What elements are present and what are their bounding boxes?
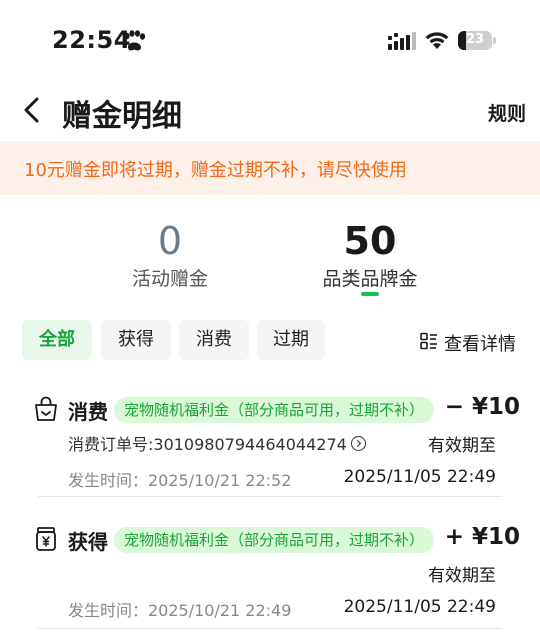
tab-spent[interactable]: 消费 — [179, 320, 249, 360]
paw-icon — [124, 30, 146, 51]
signal-icon — [388, 32, 416, 50]
nav-bar: 赠金明细 规则 — [0, 80, 540, 140]
page-title: 赠金明细 — [62, 99, 182, 134]
coin-jar-icon — [36, 527, 56, 551]
record-item[interactable]: 消费 宠物随机福利金（部分商品可用，过期不补） − ¥10 消费订单号:3010… — [0, 394, 540, 516]
expiry-label: 有效期至 — [428, 436, 496, 456]
wifi-icon — [425, 32, 449, 49]
battery-indicator: 23 — [458, 31, 492, 50]
active-summary-indicator — [361, 292, 379, 296]
expiry-date: 2025/11/05 22:49 — [343, 467, 496, 487]
activity-bonus-label: 活动赠金 — [131, 268, 208, 290]
rules-link[interactable]: 规则 — [488, 99, 526, 126]
tab-all[interactable]: 全部 — [22, 320, 92, 360]
status-bar: 22:54 23 — [0, 0, 540, 80]
tab-earned[interactable]: 获得 — [101, 320, 171, 360]
battery-cap — [493, 37, 496, 44]
summary-category-bonus[interactable]: 50 品类品牌金 — [270, 220, 470, 291]
record-amount: + ¥10 — [444, 524, 520, 550]
bonus-tag: 宠物随机福利金（部分商品可用，过期不补） — [114, 397, 435, 423]
occurred-time: 发生时间：2025/10/21 22:49 — [68, 601, 292, 620]
view-details-label: 查看详情 — [444, 334, 516, 355]
category-bonus-label: 品类品牌金 — [322, 268, 418, 290]
list-detail-icon — [420, 332, 437, 350]
status-time: 22:54 — [52, 26, 131, 54]
record-type: 消费 — [68, 400, 108, 424]
expiry-notice-banner: 10元赠金即将过期，赠金过期不补，请尽快使用 — [0, 141, 540, 195]
record-type: 获得 — [68, 530, 108, 554]
back-arrow-icon[interactable] — [20, 96, 44, 124]
category-bonus-value: 50 — [343, 219, 397, 263]
tab-expired[interactable]: 过期 — [257, 320, 325, 360]
shopping-bag-icon — [35, 396, 57, 421]
chevron-right-circle-icon — [350, 436, 366, 451]
occurred-time: 发生时间：2025/10/21 22:52 — [68, 471, 292, 490]
divider — [38, 628, 502, 629]
record-item[interactable]: 获得 宠物随机福利金（部分商品可用，过期不补） + ¥10 有效期至 发生时间：… — [0, 524, 540, 635]
record-amount: − ¥10 — [444, 394, 520, 420]
battery-percent: 23 — [465, 32, 485, 47]
expiry-label: 有效期至 — [428, 566, 496, 586]
bonus-tag: 宠物随机福利金（部分商品可用，过期不补） — [114, 527, 435, 553]
divider — [38, 496, 502, 497]
notice-text: 10元赠金即将过期，赠金过期不补，请尽快使用 — [24, 160, 407, 181]
summary-activity-bonus[interactable]: 0 活动赠金 — [70, 220, 270, 291]
order-number[interactable]: 消费订单号:3010980794464044274 — [68, 431, 366, 455]
order-number-text: 消费订单号:3010980794464044274 — [68, 435, 347, 454]
expiry-date: 2025/11/05 22:49 — [343, 597, 496, 617]
activity-bonus-value: 0 — [157, 219, 183, 263]
